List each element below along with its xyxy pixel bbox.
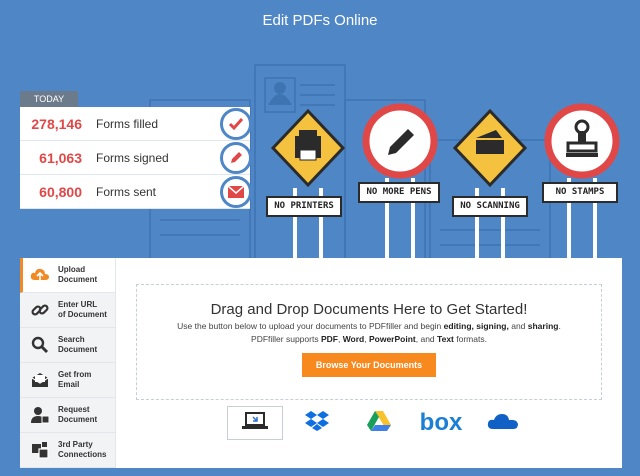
stat-row-filled: 278,146 Forms filled xyxy=(20,107,252,141)
source-tabs: Upload Document Enter URL of Document Se… xyxy=(20,258,116,468)
envelope-icon xyxy=(220,176,252,208)
dropbox-icon xyxy=(304,410,330,437)
box-button[interactable]: box xyxy=(413,406,469,440)
email-icon xyxy=(28,368,52,392)
stat-row-sent: 60,800 Forms sent xyxy=(20,175,252,209)
tab-label: 3rd Party Connections xyxy=(58,440,107,459)
request-user-icon xyxy=(28,403,52,427)
tab-label: Get from Email xyxy=(58,370,92,389)
stat-value: 61,063 xyxy=(39,149,82,166)
tab-search-document[interactable]: Search Document xyxy=(20,328,115,363)
connections-icon xyxy=(28,438,52,462)
pen-icon xyxy=(220,142,252,174)
dropzone-formats: PDFfiller supports PDF, Word, PowerPoint… xyxy=(251,334,487,344)
search-icon xyxy=(28,333,52,357)
sign-label: NO MORE PENS xyxy=(358,182,440,203)
source-providers: box xyxy=(227,405,537,441)
stat-label: Forms filled xyxy=(96,116,159,131)
pen-icon xyxy=(362,103,438,258)
sign-label: NO PRINTERS xyxy=(266,196,342,217)
printer-icon xyxy=(270,108,346,258)
stats-panel: 278,146 Forms filled 61,063 Forms signed… xyxy=(20,107,252,210)
browse-documents-button[interactable]: Browse Your Documents xyxy=(301,353,437,377)
laptop-icon xyxy=(241,411,269,436)
tab-enter-url[interactable]: Enter URL of Document xyxy=(20,293,115,328)
tab-label: Request Document xyxy=(58,405,98,424)
sign-no-stamps: NO STAMPS xyxy=(540,103,624,258)
sign-no-more-pens: NO MORE PENS xyxy=(358,103,442,258)
drop-zone[interactable]: Drag and Drop Documents Here to Get Star… xyxy=(136,284,602,400)
scanner-icon xyxy=(452,108,528,258)
my-computer-button[interactable] xyxy=(227,406,283,440)
cloud-upload-icon xyxy=(28,263,52,287)
link-icon xyxy=(28,298,52,322)
sign-label: NO STAMPS xyxy=(542,182,618,203)
dropbox-button[interactable] xyxy=(289,406,345,440)
tab-label: Enter URL of Document xyxy=(58,300,107,319)
google-drive-icon xyxy=(366,410,392,437)
stamp-icon xyxy=(544,103,620,258)
tab-get-from-email[interactable]: Get from Email xyxy=(20,363,115,398)
stat-value: 278,146 xyxy=(31,115,82,132)
upload-panel: Upload Document Enter URL of Document Se… xyxy=(20,258,622,468)
sign-no-scanning: NO SCANNING xyxy=(450,108,530,258)
box-icon: box xyxy=(419,409,463,436)
stat-label: Forms signed xyxy=(96,150,169,165)
stat-label: Forms sent xyxy=(96,184,157,199)
sign-label: NO SCANNING xyxy=(452,196,528,217)
dropzone-description: Use the button below to upload your docu… xyxy=(177,321,561,331)
dropzone-title: Drag and Drop Documents Here to Get Star… xyxy=(210,301,528,318)
stat-row-signed: 61,063 Forms signed xyxy=(20,141,252,175)
sign-no-printers: NO PRINTERS xyxy=(266,108,348,258)
page-title: Edit PDFs Online xyxy=(262,12,378,29)
tab-upload-document[interactable]: Upload Document xyxy=(20,258,115,293)
stat-value: 60,800 xyxy=(39,183,82,200)
onedrive-button[interactable] xyxy=(475,406,531,440)
onedrive-icon xyxy=(487,411,519,436)
tab-request-document[interactable]: Request Document xyxy=(20,398,115,433)
tab-label: Search Document xyxy=(58,335,98,354)
tab-label: Upload Document xyxy=(58,265,98,284)
google-drive-button[interactable] xyxy=(351,406,407,440)
today-badge: TODAY xyxy=(20,91,78,107)
check-icon xyxy=(220,108,252,140)
tab-third-party[interactable]: 3rd Party Connections xyxy=(20,433,115,468)
